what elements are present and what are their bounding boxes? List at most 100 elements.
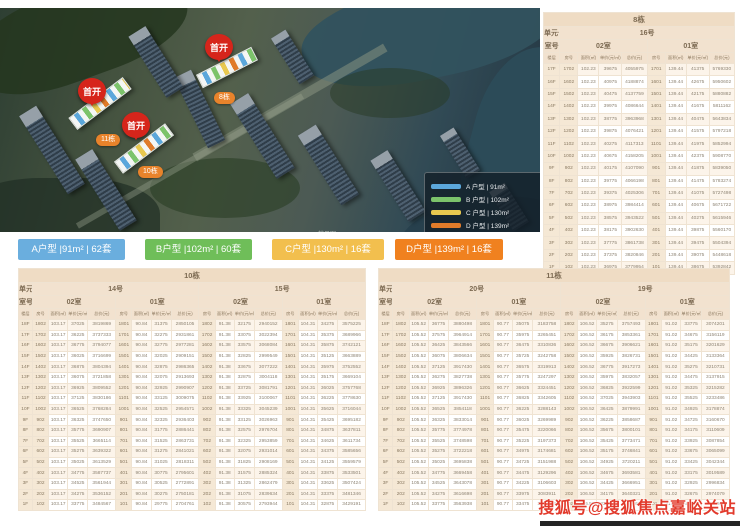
total-price-cell: 3129296 [533, 468, 561, 479]
area-cell: 90.84 [132, 383, 151, 394]
total-price-cell: 3917430 [449, 394, 477, 405]
room-no-cell: 1401 [647, 101, 665, 113]
room-no-cell: 1402 [32, 362, 48, 373]
column-header: 房号 [645, 309, 661, 320]
total-price-cell: 3074201 [701, 320, 729, 331]
total-price-cell: 2818311 [171, 457, 199, 468]
price-table-building-8: 8栋单元号16号室号02室01室楼层房号面积(㎡)单价(元/㎡)总价(元)房号面… [543, 12, 735, 275]
table-row: 14F1402103.17368753804394140190.84328752… [19, 362, 366, 373]
floor-cell: 6F [544, 200, 560, 212]
area-cell: 103.17 [49, 372, 68, 383]
room-no-cell: 1701 [116, 330, 132, 341]
unit-price-cell: 36225 [68, 330, 88, 341]
total-price-cell: 3042344 [701, 457, 729, 468]
total-price-cell: 3746841 [617, 447, 645, 458]
total-price-cell: 3178874 [701, 404, 729, 415]
unit-price-cell: 32925 [681, 478, 701, 489]
area-cell: 90.77 [493, 341, 512, 352]
area-cell: 91.02 [662, 425, 681, 436]
room-no-cell: 602 [561, 447, 577, 458]
table-row: 17F1702102.233967540559751701139.4441375… [544, 64, 735, 76]
unit-price-cell: 39075 [686, 249, 709, 261]
total-price-cell: 3669458 [449, 468, 477, 479]
room-no-cell: 801 [647, 175, 665, 187]
table-row: 10F1002102.234067541582051001139.4442375… [544, 150, 735, 162]
area-cell: 106.52 [577, 457, 596, 468]
table-row: 9F902103.1736325374765090190.84323252936… [19, 415, 366, 426]
unit-price-cell: 33125 [151, 394, 171, 405]
area-cell: 90.77 [493, 415, 512, 426]
total-price-cell: 2850105 [171, 320, 199, 331]
area-cell: 106.52 [577, 362, 596, 373]
table-row: 16F1602105.52364253843566160190.77364753… [379, 341, 730, 352]
area-cell: 104.31 [298, 500, 317, 511]
area-cell: 104.31 [298, 478, 317, 489]
total-price-cell: 3721858 [88, 372, 116, 383]
unit-price-cell: 40275 [686, 212, 709, 224]
table-row: 4F402105.5234775366945840190.77344753129… [379, 468, 730, 479]
unit-price-cell: 33675 [681, 447, 701, 458]
room-name: 01室 [116, 296, 199, 309]
room-no-cell: 1001 [647, 150, 665, 162]
column-header: 总价(元) [338, 309, 366, 320]
unit-price-cell: 35275 [597, 320, 617, 331]
room-no-cell: 1301 [116, 372, 132, 383]
area-cell: 91.02 [662, 436, 681, 447]
room-no-cell: 1601 [116, 341, 132, 352]
unit-price-cell: 35025 [428, 457, 448, 468]
unit-price-cell: 42675 [686, 76, 709, 88]
room-no-cell: 1502 [32, 351, 48, 362]
table-row: 10F1002105.52365253854118100190.77362253… [379, 404, 730, 415]
room-no-cell: 901 [647, 163, 665, 175]
legend-item: B 户型 | 102m² [431, 194, 537, 204]
unit-price-cell: 35975 [513, 330, 533, 341]
total-price-cell: 2913693 [171, 372, 199, 383]
floor-cell: 16F [544, 76, 560, 88]
table-row: 7F702103.1735525366511470190.84315252863… [19, 436, 366, 447]
floor-cell: 8F [19, 425, 33, 436]
total-price-cell: 4055975 [622, 64, 647, 76]
table-row: 3F302102.23377753861738301139.4439475550… [544, 237, 735, 249]
unit-price-cell: 40175 [599, 163, 622, 175]
total-price-cell: 3854118 [449, 404, 477, 415]
total-price-cell: 3804394 [88, 362, 116, 373]
column-header: 总价(元) [622, 53, 647, 64]
column-header: 总价(元) [171, 309, 199, 320]
table-row: 3F302105.5234525364307830190.77342253106… [379, 478, 730, 489]
table-row: 15F1502102.234047541377591501139.4442175… [544, 88, 735, 100]
area-cell: 104.31 [298, 372, 317, 383]
room-no-cell: 1002 [393, 404, 409, 415]
unit-price-cell: 34925 [597, 457, 617, 468]
total-price-cell: 3742121 [338, 341, 366, 352]
legend-item: A 户型 | 91m² [431, 181, 537, 191]
area-cell: 139.44 [665, 163, 686, 175]
room-no-cell: 601 [647, 200, 665, 212]
total-price-cell: 4137759 [622, 88, 647, 100]
room-name: 01室 [647, 40, 734, 53]
area-cell: 102.23 [578, 212, 599, 224]
room-no-cell: 702 [199, 436, 215, 447]
unit-price-cell: 40475 [686, 113, 709, 125]
unit-price-cell: 38975 [599, 200, 622, 212]
unit-price-cell: 36225 [513, 404, 533, 415]
room-no-cell: 1202 [561, 383, 577, 394]
area-cell: 106.52 [577, 351, 596, 362]
area-cell: 102.23 [578, 150, 599, 162]
unit-price-cell: 33175 [681, 468, 701, 479]
area-cell: 91.02 [662, 468, 681, 479]
unit-price-cell: 35875 [318, 341, 338, 352]
room-row: 室号02室01室02室01室 [19, 296, 366, 309]
table-row: 18F1802103.17370253819869180190.84313752… [19, 320, 366, 331]
unit-price-cell: 32075 [234, 447, 254, 458]
room-no-cell: 601 [282, 447, 298, 458]
room-no-cell: 1501 [645, 351, 661, 362]
floor-cell: 5F [19, 457, 33, 468]
total-price-cell: 2953859 [254, 436, 282, 447]
room-no-cell: 1502 [393, 351, 409, 362]
room-no-cell: 1601 [477, 341, 493, 352]
total-price-cell: 2977281 [171, 341, 199, 352]
unit-price-cell: 35525 [428, 436, 448, 447]
room-no-cell: 502 [560, 212, 578, 224]
floor-cell: 10F [544, 150, 560, 162]
area-cell: 102.23 [578, 163, 599, 175]
